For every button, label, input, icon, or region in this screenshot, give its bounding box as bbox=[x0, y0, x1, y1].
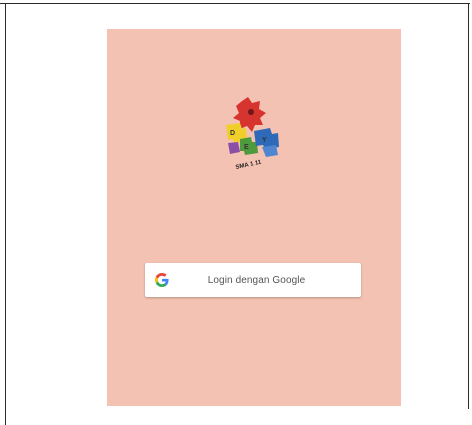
login-google-label: Login dengan Google bbox=[207, 274, 306, 286]
svg-text:E: E bbox=[244, 144, 249, 151]
svg-text:D: D bbox=[230, 130, 235, 137]
puzzle-logo-icon: D E Y SMA 1 11 bbox=[218, 89, 290, 179]
frame-top-border bbox=[0, 3, 470, 4]
login-google-button[interactable]: Login dengan Google bbox=[145, 263, 361, 297]
google-icon bbox=[154, 272, 170, 288]
svg-text:SMA 1 11: SMA 1 11 bbox=[235, 160, 262, 171]
frame: D E Y SMA 1 11 Login dengan Google bbox=[0, 0, 470, 425]
svg-text:Y: Y bbox=[262, 137, 267, 144]
frame-left-border bbox=[5, 3, 6, 425]
app-screen: D E Y SMA 1 11 Login dengan Google bbox=[107, 29, 401, 406]
frame-right-border bbox=[468, 3, 469, 409]
